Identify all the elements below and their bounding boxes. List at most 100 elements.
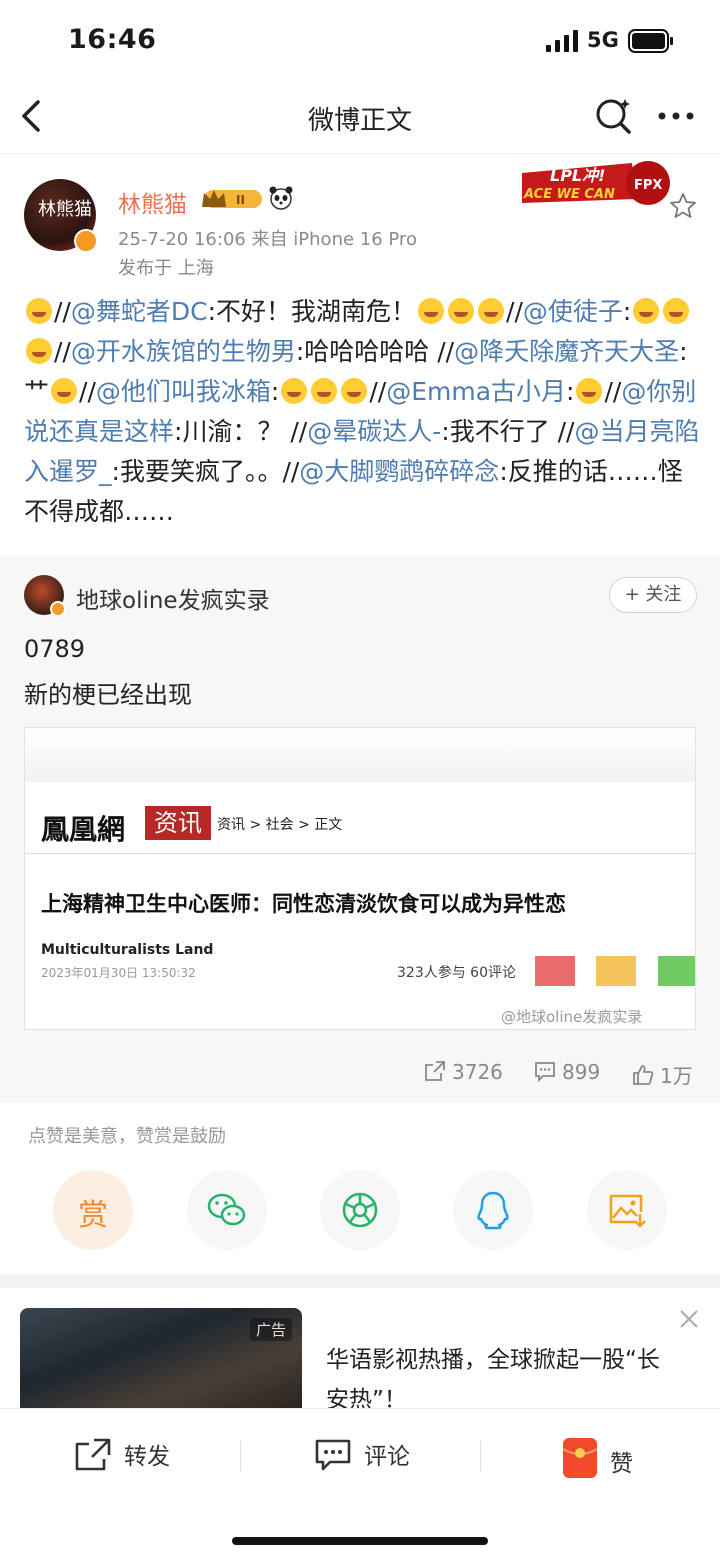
laugh-emoji-icon [341,378,368,404]
status-bar: 16:46 5G [0,0,720,82]
retweet-text-line1: 0789 [24,635,86,663]
comment-icon [315,1439,351,1471]
vip-level-icon: II [202,190,262,208]
post-text-fragment: // [369,377,387,406]
battery-icon [628,29,673,53]
post-text-fragment: : [622,297,632,326]
comment-button[interactable]: 评论 [314,1437,410,1472]
mention-link[interactable]: @他们叫我冰箱 [96,377,271,406]
post-text-fragment: // [54,337,71,366]
ad-tag: 广告 [249,1318,292,1341]
thumb-up-icon [633,1065,654,1085]
post-text-fragment: // [79,377,96,406]
post-text-fragment: :我不行了 // [441,417,575,446]
laugh-emoji-icon [51,378,78,404]
retweet-author-name[interactable]: 地球oline发疯实录 [76,581,270,615]
mention-link[interactable]: @舞蛇者DC [71,297,208,326]
post-text-fragment: :川渝：？ // [174,417,308,446]
post-text-fragment: // [604,377,622,406]
share-wechat-button[interactable] [187,1170,267,1250]
nav-bar: 微博正文 [0,82,720,154]
like-count[interactable]: 1万 [632,1060,693,1089]
mention-link[interactable]: @使徒子 [523,297,623,326]
section-separator [0,1274,720,1288]
follow-button[interactable]: + 关注 [609,577,697,613]
image-download-icon [609,1194,646,1228]
badge-bottom-text: ACE WE CAN [523,187,615,202]
author-name[interactable]: 林熊猫 [118,185,187,219]
laugh-emoji-icon [26,338,52,364]
author-header: 林熊猫 林熊猫 II 25-7-20 16:06 来自 iPhone 16 Pr… [0,155,720,285]
laugh-emoji-icon [418,298,445,324]
verified-icon [74,229,98,253]
network-label: 5G [587,28,619,52]
avatar-text: 林熊猫 [38,199,92,220]
mention-link[interactable]: @Emma古小月 [386,377,566,406]
reward-label: 赏 [78,1198,108,1233]
post-text-fragment: : [566,377,575,406]
home-indicator [232,1537,488,1545]
laugh-emoji-icon [478,298,505,324]
divider [240,1441,241,1471]
red-envelope-like-icon [562,1438,598,1478]
save-image-button[interactable] [587,1170,667,1250]
post-text-fragment: // [54,297,71,326]
badge-top-text: LPL冲! [550,166,605,185]
repost-label: 转发 [124,1444,170,1470]
post-text: //@舞蛇者DC:不好！我湖南危！//@使徒子://@开水族馆的生物男:哈哈哈哈… [24,292,700,532]
mention-link[interactable]: @降夭除魔齐天大圣 [454,337,679,366]
comment-count[interactable]: 899 [534,1060,600,1084]
lpl-badge: LPL冲! ACE WE CAN FPX [522,161,670,205]
wechat-icon [207,1193,246,1226]
close-icon[interactable] [678,1308,700,1330]
image-watermark: @地球oline发疯实录 [501,1008,643,1026]
repost-icon [425,1061,445,1081]
post-location: 发布于 上海 [118,258,214,279]
image-breadcrumb: 资讯 > 社会 > 正文 [217,817,343,833]
retweet-card[interactable]: 地球oline发疯实录 + 关注 0789 新的梗已经出现 鳳凰網 资讯 资讯 … [0,555,720,1103]
repost-button[interactable]: 转发 [74,1437,170,1472]
repost-icon [75,1438,111,1471]
image-stats: 323人参与 60评论 [397,965,516,981]
post-text-fragment: :我要笑疯了。。// [111,457,300,486]
mention-link[interactable]: @晕碳达人- [307,417,441,446]
star-icon[interactable] [668,191,698,221]
retweet-image[interactable]: 鳳凰網 资讯 资讯 > 社会 > 正文 上海精神卫生中心医师：同性恋清淡饮食可以… [24,727,696,1030]
reward-button[interactable]: 赏 [53,1170,133,1250]
panda-icon [269,186,293,210]
image-date: 2023年01月30日 13:50:32 [41,966,196,980]
image-channel: 资讯 [145,806,211,840]
share-moments-button[interactable] [320,1170,400,1250]
image-blurred-header [25,728,695,782]
moments-icon [342,1192,378,1228]
reward-hint: 点赞是美意，赞赏是鼓励 [28,1126,226,1147]
more-icon[interactable] [656,104,696,128]
repost-count-text: 3726 [452,1060,503,1084]
mention-link[interactable]: @开水族馆的生物男 [71,337,296,366]
laugh-emoji-icon [576,378,603,404]
mention-link[interactable]: @大脚鹦鹉碎碎念 [299,457,499,486]
comment-icon [535,1062,555,1083]
share-qq-button[interactable] [453,1170,533,1250]
qzone-share-icon [596,956,636,986]
like-button[interactable]: 赞 [562,1437,633,1479]
wechat-share-icon [658,956,695,986]
post-text-fragment: :不好！我湖南危！ [207,297,417,326]
search-icon[interactable] [594,96,634,136]
image-site-name: 鳳凰網 [41,813,126,846]
post-meta: 25-7-20 16:06 来自 iPhone 16 Pro [118,229,417,250]
repost-count[interactable]: 3726 [424,1060,503,1084]
share-row: 赏 [0,1150,720,1260]
image-headline: 上海精神卫生中心医师：同性恋清淡饮食可以成为异性恋 [41,892,566,916]
laugh-emoji-icon [26,298,52,324]
like-label: 赞 [610,1451,633,1477]
weibo-share-icon [535,956,575,986]
badge-team-text: FPX [634,178,662,193]
laugh-emoji-icon [663,298,690,324]
comment-label: 评论 [364,1444,410,1470]
image-divider [25,853,695,854]
level-text: II [236,193,245,207]
like-count-text: 1万 [660,1064,693,1088]
retweet-text-line2: 新的梗已经出现 [24,681,192,709]
ad-image[interactable]: 广告 [20,1308,302,1408]
